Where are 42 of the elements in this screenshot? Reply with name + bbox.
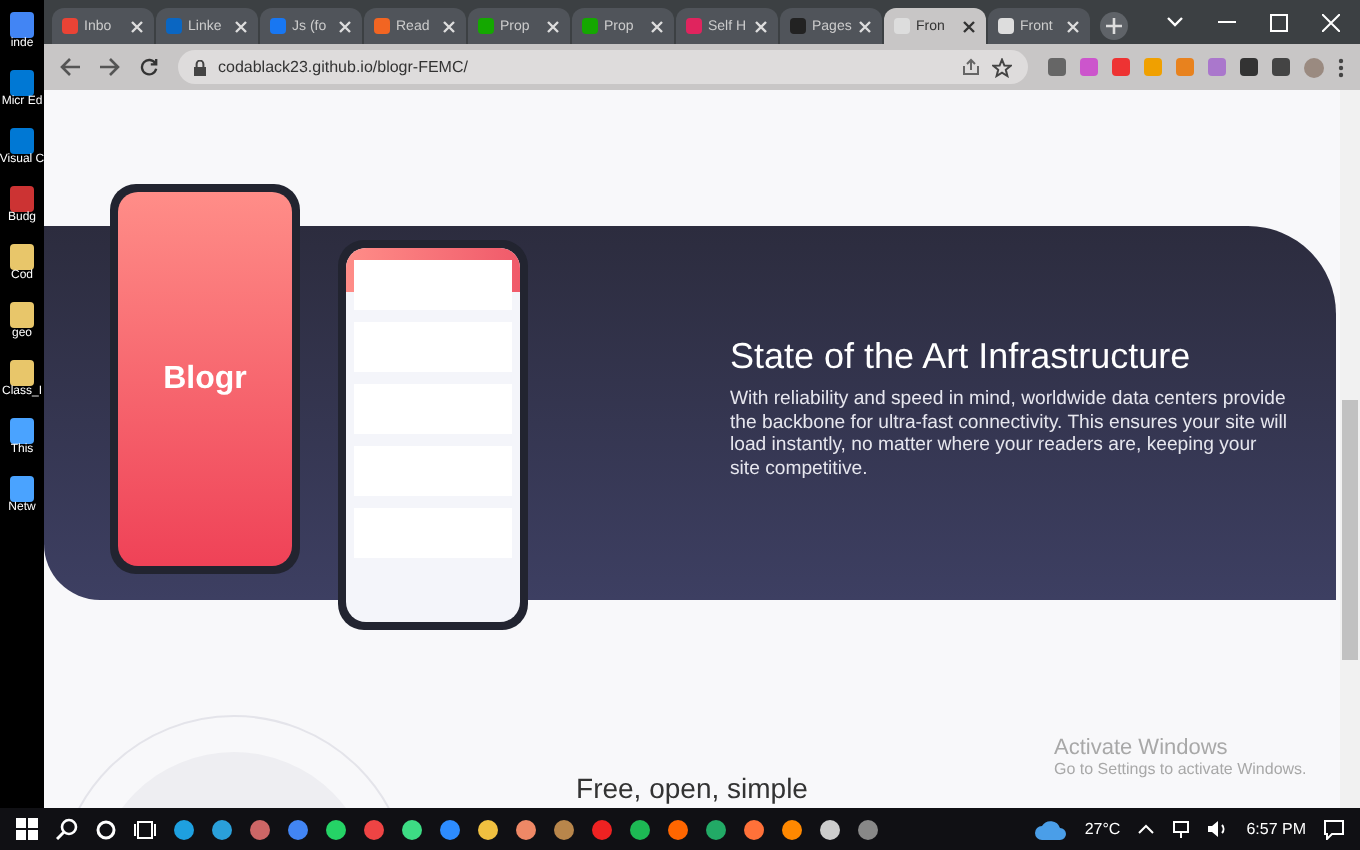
scrollbar-thumb[interactable] (1342, 400, 1358, 660)
feature-description: With reliability and speed in mind, worldwide data centers provide the backbone for ultra-fast connectivity. This ensures your site will load instantly, no matter where your readers are, keeping your site competitive. (730, 388, 1290, 480)
speaker-icon[interactable] (1208, 820, 1229, 838)
activation-message: Go to Settings to activate Windows. (1054, 760, 1307, 778)
activation-title: Activate Windows (1054, 736, 1230, 760)
phone-logo: Blogr (163, 361, 247, 397)
reload-icon[interactable] (140, 58, 158, 76)
desktop-app-icon[interactable] (9, 360, 34, 386)
network-icon[interactable] (1172, 820, 1191, 838)
caret-icon[interactable] (1166, 16, 1184, 28)
favicon-icon (998, 18, 1014, 34)
share-icon[interactable] (962, 58, 980, 76)
star-icon[interactable] (992, 57, 1012, 77)
windows-start-icon[interactable] (16, 818, 38, 840)
section-heading: Free, open, simple (576, 772, 808, 804)
feature-title: State of the Art Infrastructure (730, 336, 1193, 378)
temperature: 27°C (1084, 820, 1121, 838)
new-tab-icon[interactable] (1100, 12, 1128, 40)
menu-icon[interactable] (1338, 57, 1344, 77)
favicon-icon (374, 18, 390, 34)
desktop-app-icon[interactable] (9, 476, 34, 502)
favicon-icon (166, 18, 182, 34)
lock-icon (194, 59, 206, 75)
clock-time[interactable]: 6:57 PM (1246, 820, 1306, 838)
favicon-icon (790, 18, 806, 34)
circle-icon[interactable] (96, 819, 116, 839)
forward-arrow-icon[interactable] (100, 58, 120, 76)
minimize-icon[interactable] (1218, 20, 1236, 24)
favicon-icon (582, 18, 598, 34)
favicon-icon (686, 18, 702, 34)
favicon-icon (270, 18, 286, 34)
address-field[interactable]: codablack23.github.io/blogr-FEMC/ (178, 50, 1028, 84)
close-icon[interactable] (962, 19, 976, 33)
chevron-up-icon[interactable] (1138, 824, 1155, 834)
favicon-icon (478, 18, 494, 34)
cloud-icon (1034, 819, 1067, 839)
notification-icon[interactable] (1324, 819, 1344, 839)
maximize-icon[interactable] (1270, 13, 1288, 31)
favicon-icon (62, 18, 78, 34)
back-arrow-icon[interactable] (60, 58, 80, 76)
search-icon[interactable] (56, 818, 78, 840)
task-view-icon[interactable] (134, 819, 156, 839)
